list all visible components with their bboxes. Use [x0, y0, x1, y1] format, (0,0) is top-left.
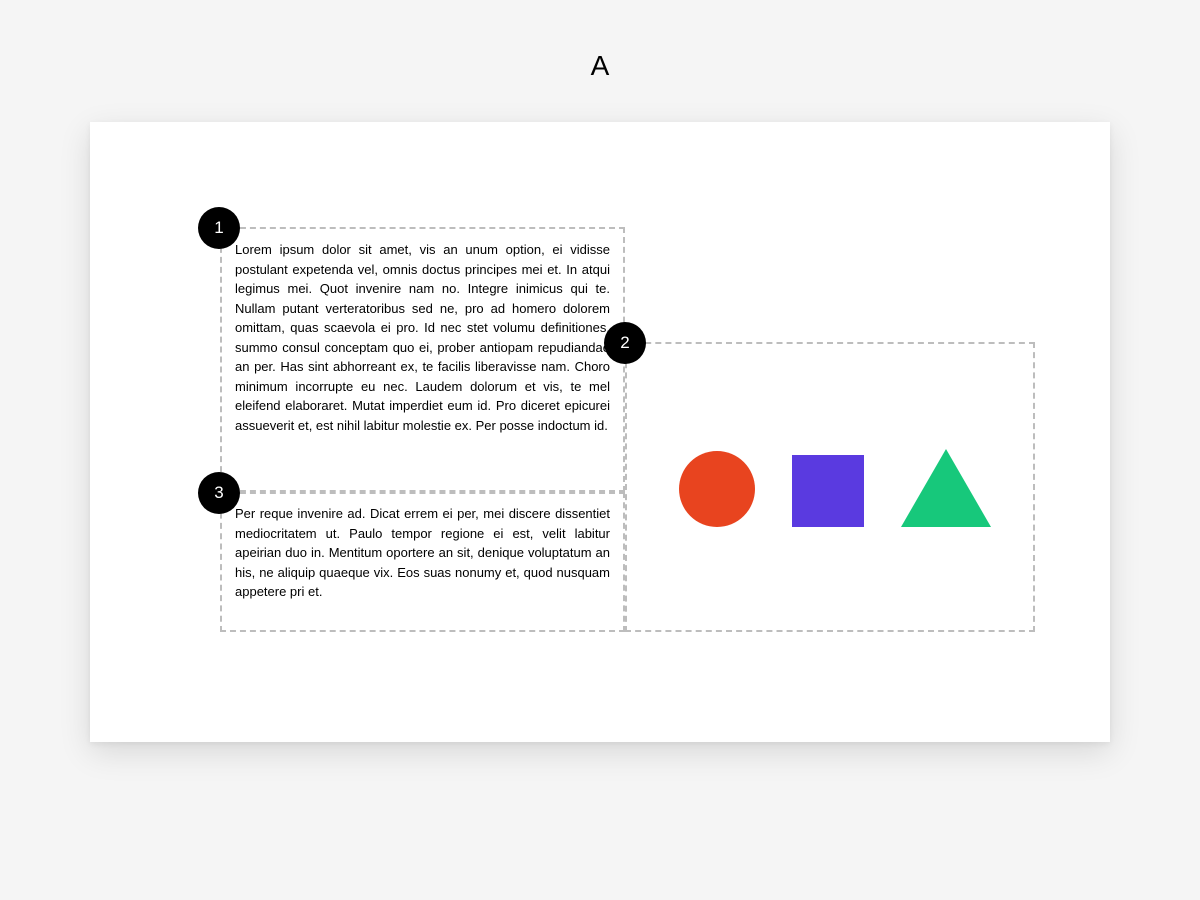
triangle-icon	[901, 449, 991, 527]
shapes-row	[660, 447, 1010, 527]
square-icon	[792, 455, 864, 527]
annotation-badge-2: 2	[604, 322, 646, 364]
annotation-badge-1: 1	[198, 207, 240, 249]
text-block-3: Per reque invenire ad. Dicat errem ei pe…	[225, 504, 620, 602]
text-block-1: Lorem ipsum dolor sit amet, vis an unum …	[225, 240, 620, 435]
page-label: A	[0, 0, 1200, 122]
annotation-badge-3: 3	[198, 472, 240, 514]
circle-icon	[679, 451, 755, 527]
layout-card: 1 2 3 Lorem ipsum dolor sit amet, vis an…	[90, 122, 1110, 742]
